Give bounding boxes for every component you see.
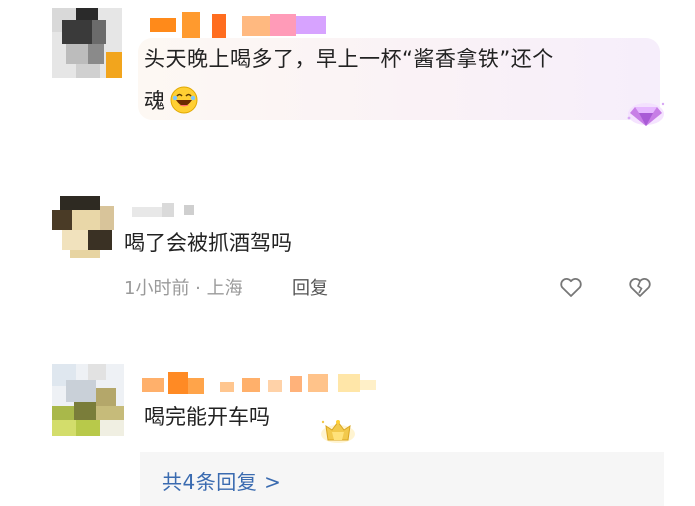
comment-3-username[interactable] bbox=[142, 372, 382, 394]
laughing-emoji-icon bbox=[170, 86, 198, 114]
more-replies-link[interactable]: 共4条回复 > bbox=[162, 466, 281, 495]
comment-2-reply-button[interactable]: 回复 bbox=[292, 274, 328, 300]
heart-icon[interactable] bbox=[558, 274, 584, 300]
crown-badge-icon bbox=[318, 414, 358, 444]
comment-2-avatar[interactable] bbox=[52, 196, 114, 258]
comment-2-username[interactable] bbox=[132, 202, 196, 217]
comment-1-text-line2: 魂 bbox=[144, 89, 165, 113]
comment-3-text: 喝完能开车吗 bbox=[144, 405, 270, 429]
broken-heart-icon[interactable] bbox=[627, 274, 653, 300]
comment-2-text: 喝了会被抓酒驾吗 bbox=[124, 231, 292, 255]
comment-1-username[interactable] bbox=[150, 12, 340, 38]
comment-2-time-location: 1小时前 · 上海 bbox=[124, 278, 243, 299]
comment-3-avatar[interactable] bbox=[52, 364, 124, 436]
diamond-badge-icon bbox=[626, 96, 666, 128]
comment-1-text-line1: 头天晚上喝多了，早上一杯“酱香拿铁”还个 bbox=[144, 47, 554, 71]
comment-1-avatar[interactable] bbox=[52, 8, 122, 78]
